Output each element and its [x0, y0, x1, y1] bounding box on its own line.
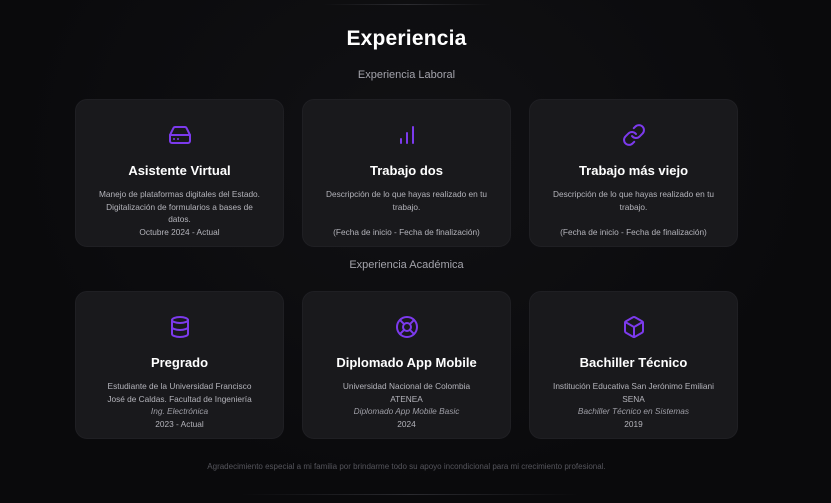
description-line: Descripción de lo que hayas realizado en…: [326, 189, 487, 199]
card-description: Descripción de lo que hayas realizado en…: [317, 188, 496, 238]
card-title: Diplomado App Mobile: [336, 355, 477, 370]
degree-name: Diplomado App Mobile Basic: [353, 406, 460, 416]
work-section-label: Experiencia Laboral: [357, 69, 456, 81]
degree-name: Ing. Electrónica: [150, 406, 209, 416]
card-description: Estudiante de la Universidad Francisco J…: [90, 380, 269, 430]
description-line: SENA: [622, 393, 645, 404]
academic-section-label: Experiencia Académica: [349, 259, 464, 271]
card-description: Institución Educativa San Jerónimo Emili…: [544, 380, 723, 430]
card-title: Bachiller Técnico: [579, 355, 688, 370]
top-divider: [322, 4, 492, 5]
description-line: Estudiante de la Universidad Francisco: [107, 381, 252, 391]
academic-card-pregrado: Pregrado Estudiante de la Universidad Fr…: [75, 291, 284, 439]
card-date: 2024: [397, 418, 416, 429]
description-line: datos.: [168, 214, 191, 224]
description-line: Descripción de lo que hayas realizado en…: [553, 189, 714, 199]
card-description: Universidad Nacional de Colombia ATENEA …: [317, 380, 496, 430]
work-card-asistente-virtual: Asistente Virtual Manejo de plataformas …: [75, 99, 284, 247]
description-line: Manejo de plataformas digitales del Esta…: [99, 189, 260, 199]
academic-card-bachiller: Bachiller Técnico Institución Educativa …: [529, 291, 738, 439]
footer-acknowledgement: Agradecimiento especial a mi familia por…: [207, 462, 606, 471]
card-date: 2019: [624, 418, 643, 429]
description-line: trabajo.: [619, 201, 648, 212]
link-icon: [621, 122, 647, 148]
card-date: (Fecha de inicio - Fecha de finalización…: [333, 226, 480, 237]
page-title: Experiencia: [346, 27, 467, 50]
life-buoy-icon: [394, 314, 420, 340]
card-date: Octubre 2024 - Actual: [139, 226, 220, 237]
hard-drive-icon: [167, 122, 193, 148]
box-icon: [621, 314, 647, 340]
card-description: Descripción de lo que hayas realizado en…: [544, 188, 723, 238]
card-title: Trabajo dos: [370, 163, 443, 178]
academic-card-diplomado: Diplomado App Mobile Universidad Naciona…: [302, 291, 511, 439]
card-title: Asistente Virtual: [128, 163, 231, 178]
card-title: Trabajo más viejo: [578, 163, 689, 178]
card-date: (Fecha de inicio - Fecha de finalización…: [560, 226, 707, 237]
work-card-trabajo-dos: Trabajo dos Descripción de lo que hayas …: [302, 99, 511, 247]
bar-chart-icon: [394, 122, 420, 148]
work-card-trabajo-mas-viejo: Trabajo más viejo Descripción de lo que …: [529, 99, 738, 247]
experience-page: Experiencia Experiencia Laboral Asistent…: [0, 0, 831, 503]
description-line: trabajo.: [392, 201, 421, 212]
card-date: 2023 - Actual: [155, 418, 204, 429]
database-icon: [167, 314, 193, 340]
description-line: Institución Educativa San Jerónimo Emili…: [553, 381, 714, 391]
description-line: Universidad Nacional de Colombia: [342, 381, 471, 391]
description-line: José de Caldas. Facultad de Ingeniería: [107, 393, 252, 404]
description-line: ATENEA: [390, 393, 423, 404]
card-title: Pregrado: [150, 355, 209, 370]
card-description: Manejo de plataformas digitales del Esta…: [90, 188, 269, 238]
degree-name: Bachiller Técnico en Sistemas: [577, 406, 690, 416]
description-line: Digitalización de formularios a bases de: [106, 201, 253, 212]
bottom-divider: [240, 494, 580, 495]
